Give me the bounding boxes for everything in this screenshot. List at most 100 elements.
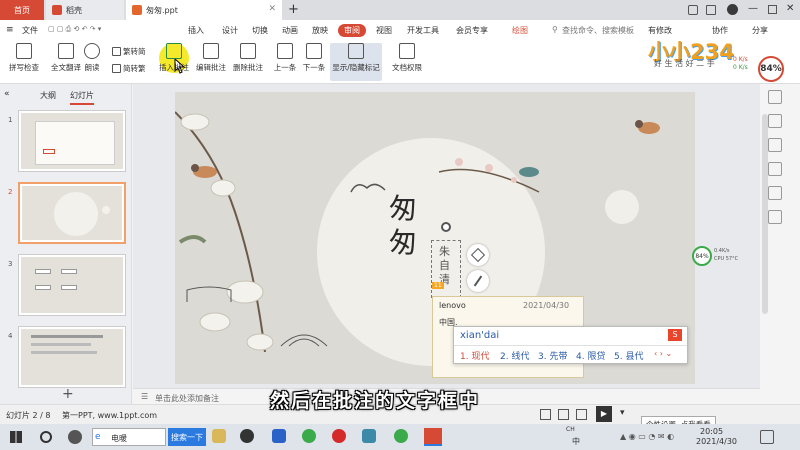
- author-textbox[interactable]: 朱自清: [431, 240, 461, 298]
- trad-to-simp-button[interactable]: 繁转简: [112, 46, 146, 57]
- insert-comment-button[interactable]: 插入批注: [153, 43, 195, 73]
- menu-slideshow[interactable]: 放映: [312, 25, 328, 36]
- menu-review[interactable]: 审阅: [338, 24, 366, 37]
- avatar[interactable]: [727, 4, 738, 15]
- window-tab-bar: 首页 稻壳 匆匆.ppt ✕ + — ✕: [0, 0, 800, 20]
- tab-document[interactable]: 匆匆.ppt ✕: [126, 0, 282, 20]
- sidebar-tool-icon[interactable]: [768, 186, 782, 200]
- delete-comment-button[interactable]: 删除批注: [227, 43, 269, 73]
- next-comment-button[interactable]: 下一条: [293, 43, 335, 73]
- speed-ball[interactable]: 84%: [758, 56, 784, 82]
- slide-thumbnail-3[interactable]: [18, 254, 126, 316]
- command-search[interactable]: 查找命令、搜索模板: [562, 25, 634, 36]
- menu-insert[interactable]: 插入: [188, 25, 204, 36]
- menu-developer[interactable]: 开发工具: [407, 25, 439, 36]
- show-hide-markup-button[interactable]: 显示/隐藏标记: [330, 43, 382, 81]
- line-ornament-icon: [186, 286, 232, 302]
- ime-candidate-window[interactable]: xian'dai S 1. 现代 2. 线代 3. 先带 4. 限贷 5. 县代…: [453, 326, 688, 364]
- ime-candidate[interactable]: 2. 线代: [500, 349, 529, 362]
- cpu-monitor-ball[interactable]: 84%: [692, 246, 712, 266]
- qq-app-icon[interactable]: [240, 429, 254, 443]
- slide-thumbnail-2[interactable]: [18, 182, 126, 244]
- maximize-icon[interactable]: [768, 5, 777, 14]
- sidebar-tool-icon[interactable]: [768, 210, 782, 224]
- search-icon[interactable]: ⚲: [552, 25, 558, 34]
- browser-search-box[interactable]: e 电暖: [92, 428, 166, 446]
- ime-candidate[interactable]: 3. 先带: [538, 349, 567, 362]
- slide-thumbnail-4[interactable]: [18, 326, 126, 388]
- start-icon[interactable]: [10, 431, 22, 443]
- wps-app-icon[interactable]: [424, 428, 442, 446]
- ime-mode-indicator[interactable]: 中: [572, 436, 580, 447]
- browser-search-button[interactable]: 搜索一下: [168, 428, 206, 446]
- play-icon[interactable]: ▶: [596, 406, 612, 422]
- normal-view-icon[interactable]: [540, 409, 551, 420]
- menu-transition[interactable]: 切换: [252, 25, 268, 36]
- tab-home-label: 首页: [14, 5, 30, 15]
- tab-docer[interactable]: 稻壳: [46, 0, 124, 20]
- sidebar-tool-icon[interactable]: [768, 138, 782, 152]
- read-aloud-button[interactable]: 朗读: [74, 43, 110, 73]
- rotate-handle-icon[interactable]: [441, 222, 451, 232]
- wechat-app-icon[interactable]: [394, 429, 408, 443]
- ime-candidate[interactable]: 4. 限贷: [576, 349, 605, 362]
- window-close-icon[interactable]: ✕: [786, 3, 794, 14]
- changes-button[interactable]: 有修改: [648, 25, 672, 36]
- slide-title[interactable]: 匆匆: [389, 192, 419, 260]
- app-icon[interactable]: [362, 429, 376, 443]
- play-options-icon[interactable]: ▾: [620, 408, 625, 418]
- tab-outline[interactable]: 大纲: [40, 90, 56, 101]
- new-tab-icon[interactable]: +: [288, 2, 299, 17]
- ime-candidate[interactable]: 5. 县代: [614, 349, 643, 362]
- sidebar-tool-icon[interactable]: [768, 90, 782, 104]
- layers-icon[interactable]: [467, 244, 489, 266]
- menu-file[interactable]: 文件: [22, 25, 38, 36]
- pen-icon[interactable]: [467, 270, 489, 292]
- ime-candidate[interactable]: 1. 现代: [460, 349, 489, 362]
- menu-animation[interactable]: 动画: [282, 25, 298, 36]
- tray-icons[interactable]: ▲ ◉ ▭ ◔ ✉ ◐: [620, 432, 674, 441]
- right-sidebar: [760, 84, 800, 404]
- simp-to-trad-button[interactable]: 简转繁: [112, 63, 146, 74]
- tab-slides[interactable]: 幻灯片: [70, 90, 94, 105]
- sorter-view-icon[interactable]: [558, 409, 569, 420]
- edit-comment-button[interactable]: 编辑批注: [190, 43, 232, 73]
- share-button[interactable]: 分享: [752, 25, 768, 36]
- menu-design[interactable]: 设计: [222, 25, 238, 36]
- doc-permission-button[interactable]: 文档权限: [386, 43, 428, 73]
- hamburger-icon[interactable]: ≡: [6, 25, 14, 35]
- fan-app-icon[interactable]: [68, 430, 82, 444]
- notification-icon[interactable]: [760, 430, 774, 444]
- thumbnail-line: [31, 351, 97, 354]
- app-icon[interactable]: [272, 429, 286, 443]
- cpu-net-speed: 0.4K/s: [714, 248, 730, 254]
- menu-drawing-tools[interactable]: 绘图: [512, 25, 528, 36]
- vertical-scrollbar[interactable]: [762, 114, 768, 314]
- cortana-icon[interactable]: [40, 431, 52, 443]
- multi-window-icon[interactable]: [706, 5, 716, 15]
- slide-thumbnail-image: [21, 329, 123, 385]
- slide-thumbnail-1[interactable]: [18, 110, 126, 172]
- collab-button[interactable]: 协作: [712, 25, 728, 36]
- record-app-icon[interactable]: [332, 429, 346, 443]
- folder-app-icon[interactable]: [212, 429, 226, 443]
- collapse-panel-icon[interactable]: «: [4, 89, 10, 99]
- close-icon[interactable]: ✕: [268, 4, 276, 14]
- sidebar-tool-icon[interactable]: [768, 114, 782, 128]
- quick-access-icons[interactable]: ▢ ▢ ⎙ ⟲ ↶ ↷ ▾: [48, 25, 101, 34]
- ime-page-arrows-icon[interactable]: ‹ › ⌄: [654, 349, 672, 358]
- menu-view[interactable]: 视图: [376, 25, 392, 36]
- window-layout-icon[interactable]: [688, 5, 698, 15]
- insert-comment-label: 插入批注: [159, 63, 189, 72]
- tab-home[interactable]: 首页: [0, 0, 44, 20]
- tab-document-label: 匆匆.ppt: [146, 5, 178, 15]
- reading-view-icon[interactable]: [576, 409, 587, 420]
- spell-check-button[interactable]: 拼写检查: [3, 43, 45, 73]
- chrome-app-icon[interactable]: [302, 429, 316, 443]
- minimize-icon[interactable]: —: [748, 3, 758, 14]
- add-slide-button[interactable]: +: [62, 386, 74, 402]
- menu-member[interactable]: 会员专享: [456, 25, 488, 36]
- sidebar-tool-icon[interactable]: [768, 162, 782, 176]
- comment-marker[interactable]: 11: [432, 282, 444, 289]
- slide-thumbnail-image: [21, 257, 123, 313]
